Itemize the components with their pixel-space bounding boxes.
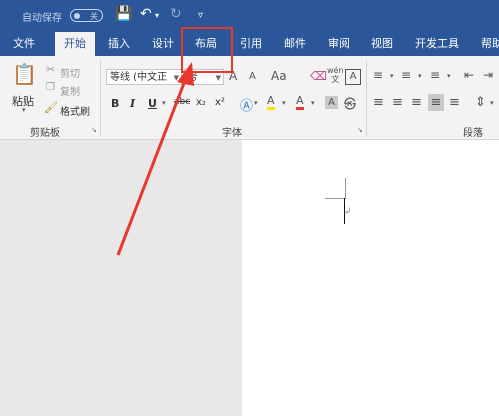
annotation-arrow bbox=[116, 62, 194, 256]
arrow-shaft bbox=[116, 77, 188, 256]
arrow-head bbox=[177, 62, 194, 86]
